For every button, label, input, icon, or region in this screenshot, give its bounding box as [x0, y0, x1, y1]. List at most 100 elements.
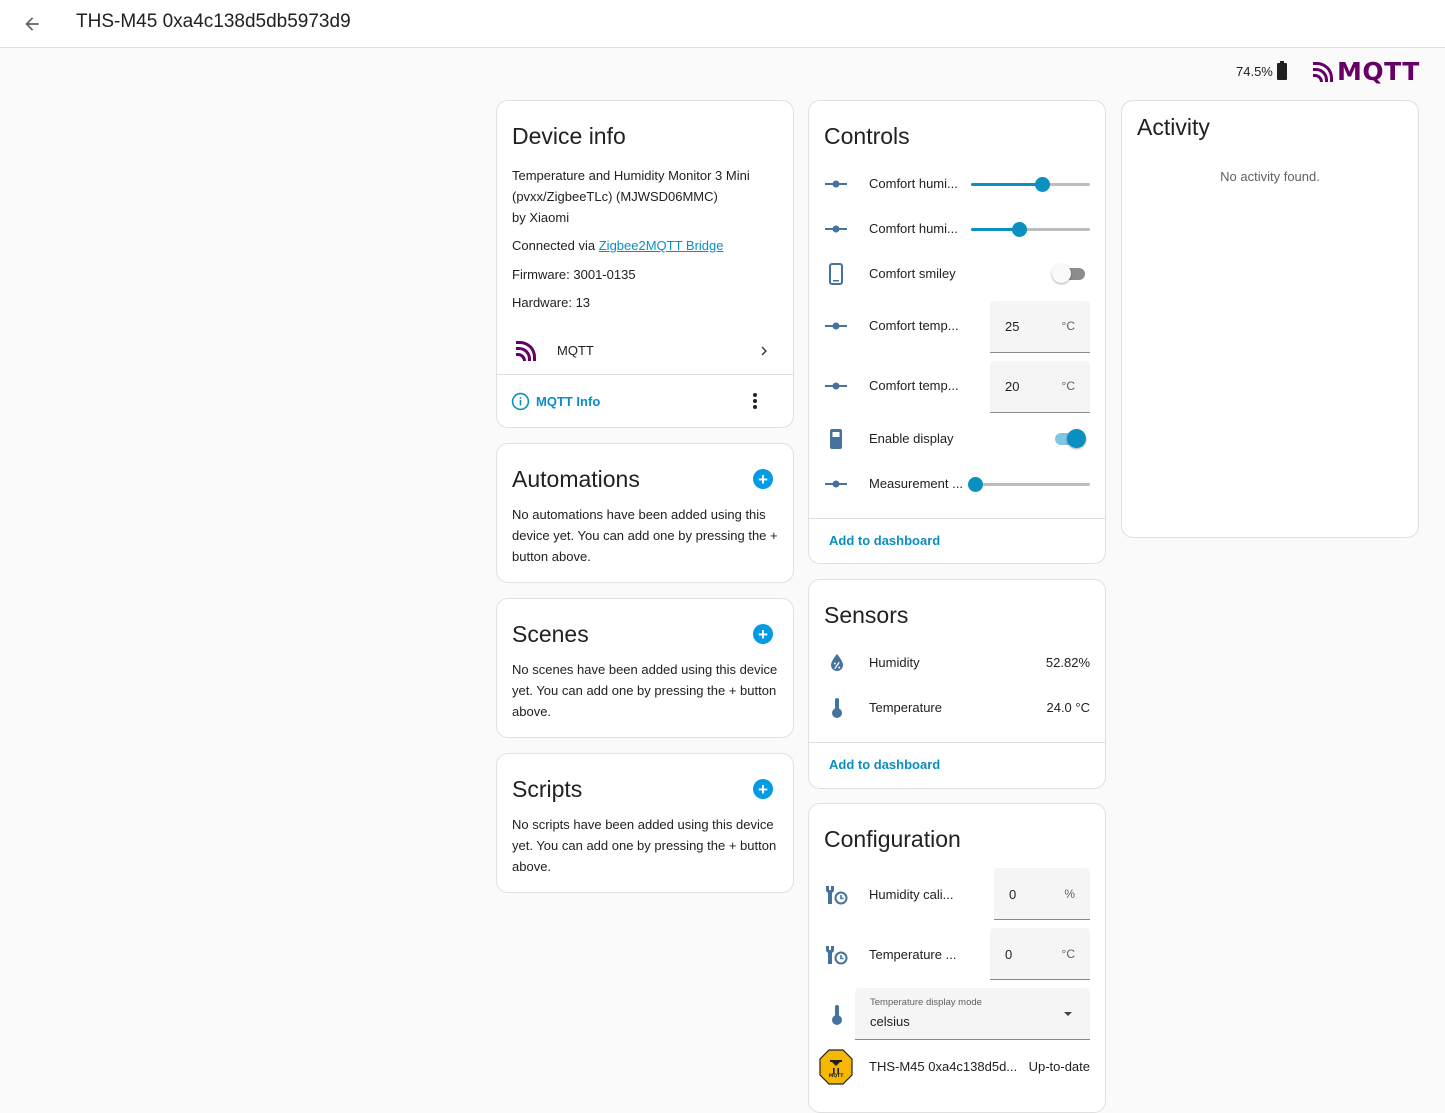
- comfort-temp-max-input[interactable]: 25 °C: [990, 301, 1090, 353]
- comfort-temp-min-input[interactable]: 20 °C: [990, 361, 1090, 413]
- humidity-calibration-input[interactable]: 0 %: [994, 868, 1090, 920]
- bridge-link[interactable]: Zigbee2MQTT Bridge: [599, 238, 724, 253]
- automations-empty-text: No automations have been added using thi…: [512, 507, 778, 564]
- wrench-clock-icon: [824, 943, 848, 967]
- integration-label: MQTT: [557, 343, 594, 358]
- controls-divider: [809, 518, 1105, 519]
- plus-icon: +: [758, 469, 768, 489]
- config-label: Temperature ...: [869, 947, 957, 962]
- temperature-calibration-input[interactable]: 0 °C: [990, 928, 1090, 980]
- add-script-button[interactable]: +: [753, 779, 773, 799]
- control-label: Comfort humi...: [869, 221, 958, 236]
- sensor-value: 24.0 °C: [1046, 700, 1090, 715]
- add-scene-button[interactable]: +: [753, 624, 773, 644]
- activity-empty-text: No activity found.: [1220, 169, 1320, 184]
- sensor-value: 52.82%: [1045, 655, 1090, 670]
- number-value: 0: [1009, 887, 1017, 902]
- firmware-update-badge: MQTT: [819, 1049, 853, 1085]
- sensor-label: Temperature: [869, 700, 942, 715]
- activity-title: Activity: [1137, 114, 1210, 140]
- mqtt-logo: MQTT: [1312, 57, 1420, 86]
- update-badge-text: MQTT: [828, 1074, 844, 1079]
- top-app-bar: THS-M45 0xa4c138d5db5973d9: [0, 0, 1445, 48]
- slider-icon: [824, 314, 848, 338]
- slider-knob[interactable]: [1035, 177, 1051, 192]
- firmware-version: Firmware: 3001-0135: [512, 267, 636, 282]
- config-label: Humidity cali...: [869, 887, 954, 902]
- hardware-version: Hardware: 13: [512, 295, 591, 310]
- configuration-card: Configuration Humidity cali... 0 % Tempe…: [808, 803, 1106, 1113]
- dots-vertical-icon: [753, 393, 757, 409]
- mqtt-integration-icon: [516, 341, 536, 361]
- add-controls-to-dashboard-button[interactable]: Add to dashboard: [829, 533, 940, 548]
- device-info-title: Device info: [512, 123, 626, 149]
- device-model-line2: (pvxx/ZigbeeTLc) (MJWSD06MMC): [512, 189, 718, 204]
- chevron-right-icon: [761, 346, 767, 356]
- number-unit: °C: [1061, 379, 1075, 393]
- slider-knob[interactable]: [1011, 222, 1027, 237]
- slider-knob[interactable]: [968, 477, 983, 492]
- page-title: THS-M45 0xa4c138d5db5973d9: [76, 11, 351, 32]
- controls-card: Controls Comfort humi... Comfort humi...…: [808, 100, 1106, 564]
- scenes-title: Scenes: [512, 621, 589, 647]
- info-icon: [511, 392, 530, 410]
- plus-icon: +: [758, 624, 768, 644]
- mqtt-info-button[interactable]: MQTT Info: [511, 390, 600, 412]
- device-manufacturer: by Xiaomi: [512, 210, 570, 225]
- sensor-label: Humidity: [869, 655, 920, 670]
- mqtt-logo-text: MQTT: [1337, 57, 1420, 86]
- activity-card: Activity No activity found.: [1121, 100, 1419, 538]
- comfort-humidity-max-slider[interactable]: [971, 174, 1090, 194]
- scripts-title: Scripts: [512, 776, 583, 802]
- device-info-card: Device info Temperature and Humidity Mon…: [496, 100, 794, 428]
- automations-card: Automations + No automations have been a…: [496, 443, 794, 583]
- automations-title: Automations: [512, 466, 640, 492]
- more-options-button[interactable]: [745, 389, 765, 413]
- comfort-humidity-min-slider[interactable]: [971, 219, 1090, 239]
- measurement-interval-slider[interactable]: [968, 474, 1090, 494]
- slider-icon: [824, 374, 848, 398]
- enable-display-toggle[interactable]: [1052, 429, 1086, 449]
- water-percent-icon: [825, 651, 849, 675]
- connected-via-label: Connected via: [512, 238, 599, 253]
- device-icon: [824, 427, 848, 451]
- connected-via: Connected via Zigbee2MQTT Bridge: [512, 235, 724, 256]
- menu-down-icon: [1064, 1012, 1072, 1016]
- control-label: Comfort smiley: [869, 266, 956, 281]
- device-model-line1: Temperature and Humidity Monitor 3 Mini: [512, 168, 750, 183]
- scripts-card: Scripts + No scripts have been added usi…: [496, 753, 794, 893]
- select-label: Temperature display mode: [870, 997, 982, 1008]
- thermometer-icon: [825, 696, 849, 720]
- number-value: 25: [1005, 319, 1020, 334]
- phone-icon: [824, 262, 848, 286]
- control-label: Enable display: [869, 431, 954, 446]
- device-info-divider: [497, 374, 793, 375]
- firmware-update-name: THS-M45 0xa4c138d5d...: [869, 1059, 1018, 1074]
- sensors-divider: [809, 742, 1105, 743]
- number-unit: %: [1064, 887, 1075, 901]
- control-label: Comfort humi...: [869, 176, 958, 191]
- add-sensors-to-dashboard-button[interactable]: Add to dashboard: [829, 757, 940, 772]
- scenes-card: Scenes + No scenes have been added using…: [496, 598, 794, 738]
- plus-icon: +: [758, 779, 768, 799]
- back-button[interactable]: [18, 10, 46, 38]
- configuration-title: Configuration: [824, 826, 961, 852]
- comfort-smiley-toggle[interactable]: [1052, 264, 1086, 284]
- slider-icon: [824, 472, 848, 496]
- slider-icon: [824, 217, 848, 241]
- mqtt-info-label: MQTT Info: [536, 393, 601, 409]
- sensors-card: Sensors Humidity 52.82% Temperature 24.0…: [808, 579, 1106, 789]
- sensors-title: Sensors: [824, 602, 909, 628]
- number-unit: °C: [1061, 319, 1075, 333]
- battery-icon: [1276, 61, 1288, 86]
- number-value: 0: [1005, 947, 1013, 962]
- temperature-display-mode-select[interactable]: Temperature display mode celsius: [855, 988, 1090, 1040]
- wrench-clock-icon: [824, 883, 848, 907]
- integration-row[interactable]: MQTT: [497, 333, 793, 373]
- control-label: Measurement ...: [869, 476, 963, 491]
- controls-title: Controls: [824, 123, 910, 149]
- add-automation-button[interactable]: +: [753, 469, 773, 489]
- control-label: Comfort temp...: [869, 378, 959, 393]
- number-value: 20: [1005, 379, 1020, 394]
- control-label: Comfort temp...: [869, 318, 959, 333]
